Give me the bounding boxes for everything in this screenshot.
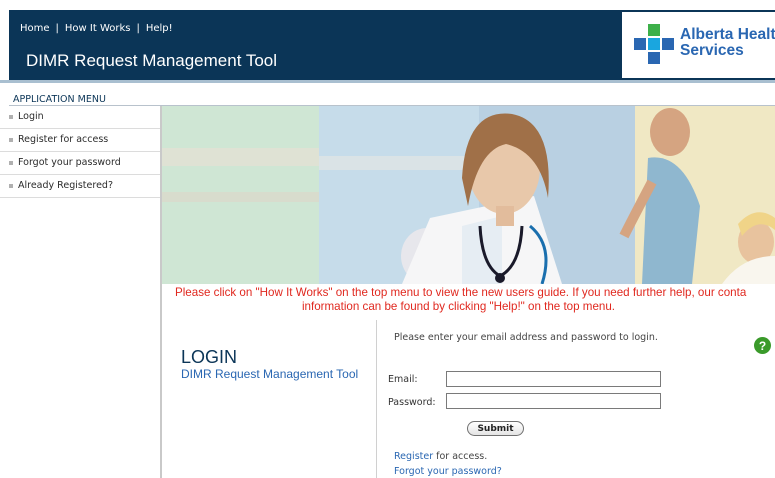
help-notice-line-2: information can be found by clicking "He… xyxy=(301,300,616,313)
sidebar-item-login[interactable]: Login xyxy=(0,106,160,129)
banner-image xyxy=(162,106,775,284)
sidebar-item-already-registered[interactable]: Already Registered? xyxy=(0,175,160,198)
help-icon[interactable]: ? xyxy=(754,337,771,354)
header-bar: Home | How It Works | Help! DIMR Request Man… xyxy=(9,10,775,80)
form-divider xyxy=(376,320,377,478)
login-subheading: DIMR Request Management Tool xyxy=(181,367,359,381)
register-suffix: for access. xyxy=(433,451,488,462)
submit-button[interactable]: Submit xyxy=(467,421,524,436)
sidebar-item-register[interactable]: Register for access xyxy=(0,129,160,152)
forgot-password-link[interactable]: Forgot your password? xyxy=(394,466,502,477)
ahs-logo: Alberta Health Services xyxy=(622,12,775,78)
forgot-line: Forgot your password? xyxy=(394,466,502,477)
top-nav: Home | How It Works | Help! xyxy=(20,23,173,34)
app-title: DIMR Request Management Tool xyxy=(26,51,278,70)
register-line: Register for access. xyxy=(394,451,487,462)
sidebar-menu: Login Register for access Forgot your pa… xyxy=(0,106,160,198)
logo-text: Alberta Health Services xyxy=(680,27,775,59)
square-bullet-icon xyxy=(9,160,13,165)
login-instructions: Please enter your email address and pass… xyxy=(394,332,658,343)
sidebar-item-label: Login xyxy=(18,111,44,122)
register-link[interactable]: Register xyxy=(394,451,433,462)
email-field[interactable] xyxy=(446,371,661,387)
nav-how-it-works-link[interactable]: How It Works xyxy=(65,23,131,34)
nav-home-link[interactable]: Home xyxy=(20,23,50,34)
nav-help-link[interactable]: Help! xyxy=(146,23,173,34)
square-bullet-icon xyxy=(9,114,13,119)
banner-photo-collage xyxy=(162,106,775,284)
help-notice-line-1: Please click on "How It Works" on the to… xyxy=(175,286,747,299)
svg-text:?: ? xyxy=(759,339,766,353)
sidebar-item-label: Register for access xyxy=(18,134,109,145)
logo-line-1: Alberta Health xyxy=(680,26,775,43)
square-bullet-icon xyxy=(9,137,13,142)
password-field[interactable] xyxy=(446,393,661,409)
login-heading: LOGIN xyxy=(181,347,238,367)
email-label: Email: xyxy=(388,374,418,385)
square-bullet-icon xyxy=(9,183,13,188)
sidebar-item-label: Already Registered? xyxy=(18,180,113,191)
header-divider xyxy=(0,80,775,83)
logo-line-2: Services xyxy=(680,42,744,59)
help-notice: Please click on "How It Works" on the to… xyxy=(162,286,775,314)
application-menu-title: APPLICATION MENU xyxy=(13,94,106,105)
password-label: Password: xyxy=(388,397,436,408)
ahs-logo-mark-icon xyxy=(634,24,674,64)
sidebar-item-forgot-password[interactable]: Forgot your password xyxy=(0,152,160,175)
sidebar-item-label: Forgot your password xyxy=(18,157,121,168)
nav-separator: | xyxy=(55,23,59,34)
nav-separator: | xyxy=(136,23,140,34)
